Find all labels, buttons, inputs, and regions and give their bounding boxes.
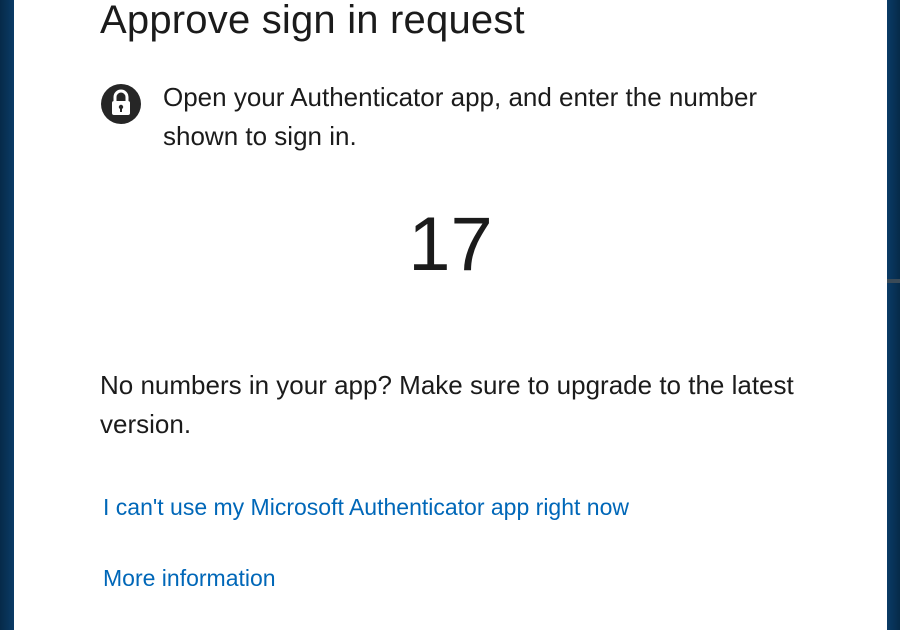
dialog-title: Approve sign in request <box>100 0 525 42</box>
verification-number: 17 <box>408 202 493 287</box>
instruction-row: Open your Authenticator app, and enter t… <box>100 78 800 158</box>
lock-icon <box>100 82 142 126</box>
sign-in-dialog: Approve sign in request Open your Authen… <box>14 0 887 630</box>
upgrade-note: No numbers in your app? Make sure to upg… <box>100 370 794 439</box>
cant-use-authenticator-link[interactable]: I can't use my Microsoft Authenticator a… <box>103 492 629 522</box>
more-information-link[interactable]: More information <box>103 563 276 593</box>
background-right-edge <box>887 0 900 630</box>
instruction-text: Open your Authenticator app, and enter t… <box>163 82 758 151</box>
background-left-edge <box>0 0 14 630</box>
background-mark <box>887 279 900 283</box>
